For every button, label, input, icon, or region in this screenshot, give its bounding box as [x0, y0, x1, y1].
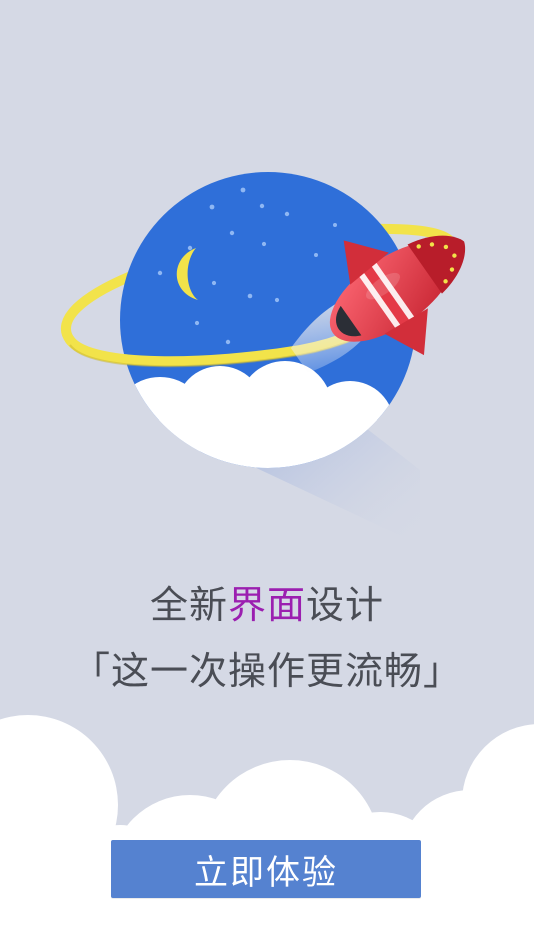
headline-title: 全新界面设计 [0, 574, 534, 629]
hero-illustration [61, 172, 466, 545]
splash-screen: 全新界面设计 「这一次操作更流畅」 立即体验 [0, 0, 534, 950]
bottom-clouds [0, 715, 534, 950]
headline-prefix: 全新 [149, 583, 228, 627]
headline-suffix: 设计 [306, 583, 385, 627]
headline-subtitle: 「这一次操作更流畅」 [71, 649, 462, 693]
start-experience-button[interactable]: 立即体验 [111, 840, 421, 898]
headline-accent: 界面 [227, 583, 306, 627]
